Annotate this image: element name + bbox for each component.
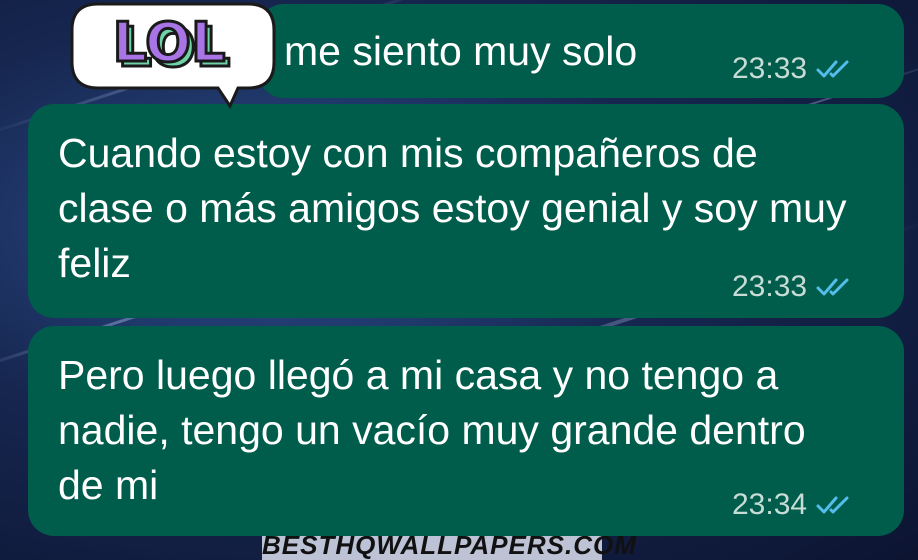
message-text: Pero luego llegó a mi casa y no tengo a …: [58, 352, 806, 508]
sticker-text: LOL: [113, 11, 226, 74]
double-check-read-icon: [815, 57, 855, 81]
message-text: me siento muy solo: [284, 28, 638, 74]
chat-message-bubble[interactable]: Pero luego llegó a mi casa y no tengo a …: [28, 326, 904, 536]
message-meta: 23:33: [732, 270, 855, 304]
message-meta: 23:33: [732, 52, 855, 86]
double-check-read-icon: [815, 275, 855, 299]
message-time: 23:34: [732, 488, 808, 521]
chat-message-bubble[interactable]: Cuando estoy con mis compañeros de clase…: [28, 104, 904, 318]
message-meta: 23:34: [732, 488, 855, 522]
lol-speech-bubble-sticker: LOL LOL: [68, 0, 278, 110]
message-time: 23:33: [732, 270, 808, 303]
message-time: 23:33: [732, 52, 808, 85]
message-text: Cuando estoy con mis compañeros de clase…: [58, 130, 847, 286]
chat-message-bubble[interactable]: me siento muy solo 23:33: [258, 4, 904, 98]
double-check-read-icon: [815, 493, 855, 517]
